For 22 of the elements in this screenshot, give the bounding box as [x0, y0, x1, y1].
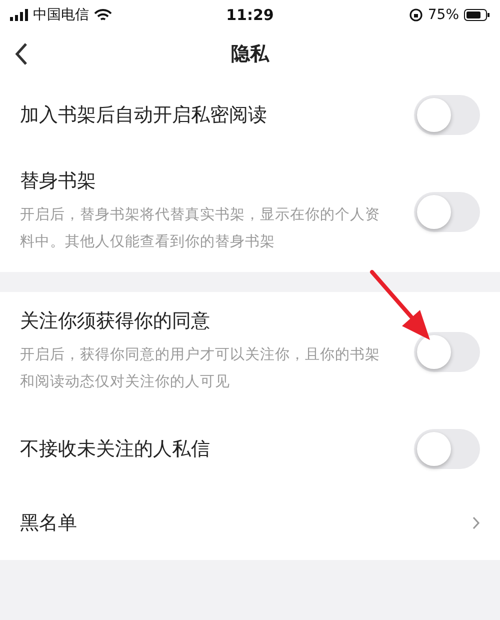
clock-time: 11:29	[226, 6, 274, 24]
setting-title: 不接收未关注的人私信	[20, 437, 210, 462]
chevron-left-icon	[14, 42, 28, 66]
signal-icon	[10, 9, 28, 21]
toggle-switch[interactable]	[414, 332, 480, 372]
setting-title: 加入书架后自动开启私密阅读	[20, 103, 267, 128]
setting-description: 开启后，获得你同意的用户才可以关注你，且你的书架和阅读动态仅对关注你的人可见	[20, 346, 381, 392]
annotation-arrow	[370, 270, 430, 340]
setting-description: 开启后，替身书架将代替真实书架，显示在你的个人资料中。其他人仅能查看到你的替身书架	[20, 206, 381, 252]
setting-title: 替身书架	[20, 169, 97, 194]
carrier-name: 中国电信	[33, 6, 89, 24]
battery-percent: 75%	[428, 7, 459, 23]
toggle-switch[interactable]	[414, 429, 480, 469]
toggle-switch[interactable]	[414, 95, 480, 135]
rotation-lock-icon	[408, 8, 423, 22]
chevron-right-icon[interactable]	[472, 516, 480, 530]
setting-title: 关注你须获得你的同意	[20, 309, 211, 334]
battery-icon	[464, 9, 490, 21]
setting-title: 黑名单	[20, 511, 77, 536]
toggle-switch[interactable]	[414, 192, 480, 232]
wifi-icon	[94, 8, 112, 22]
page-title: 隐私	[231, 42, 269, 67]
